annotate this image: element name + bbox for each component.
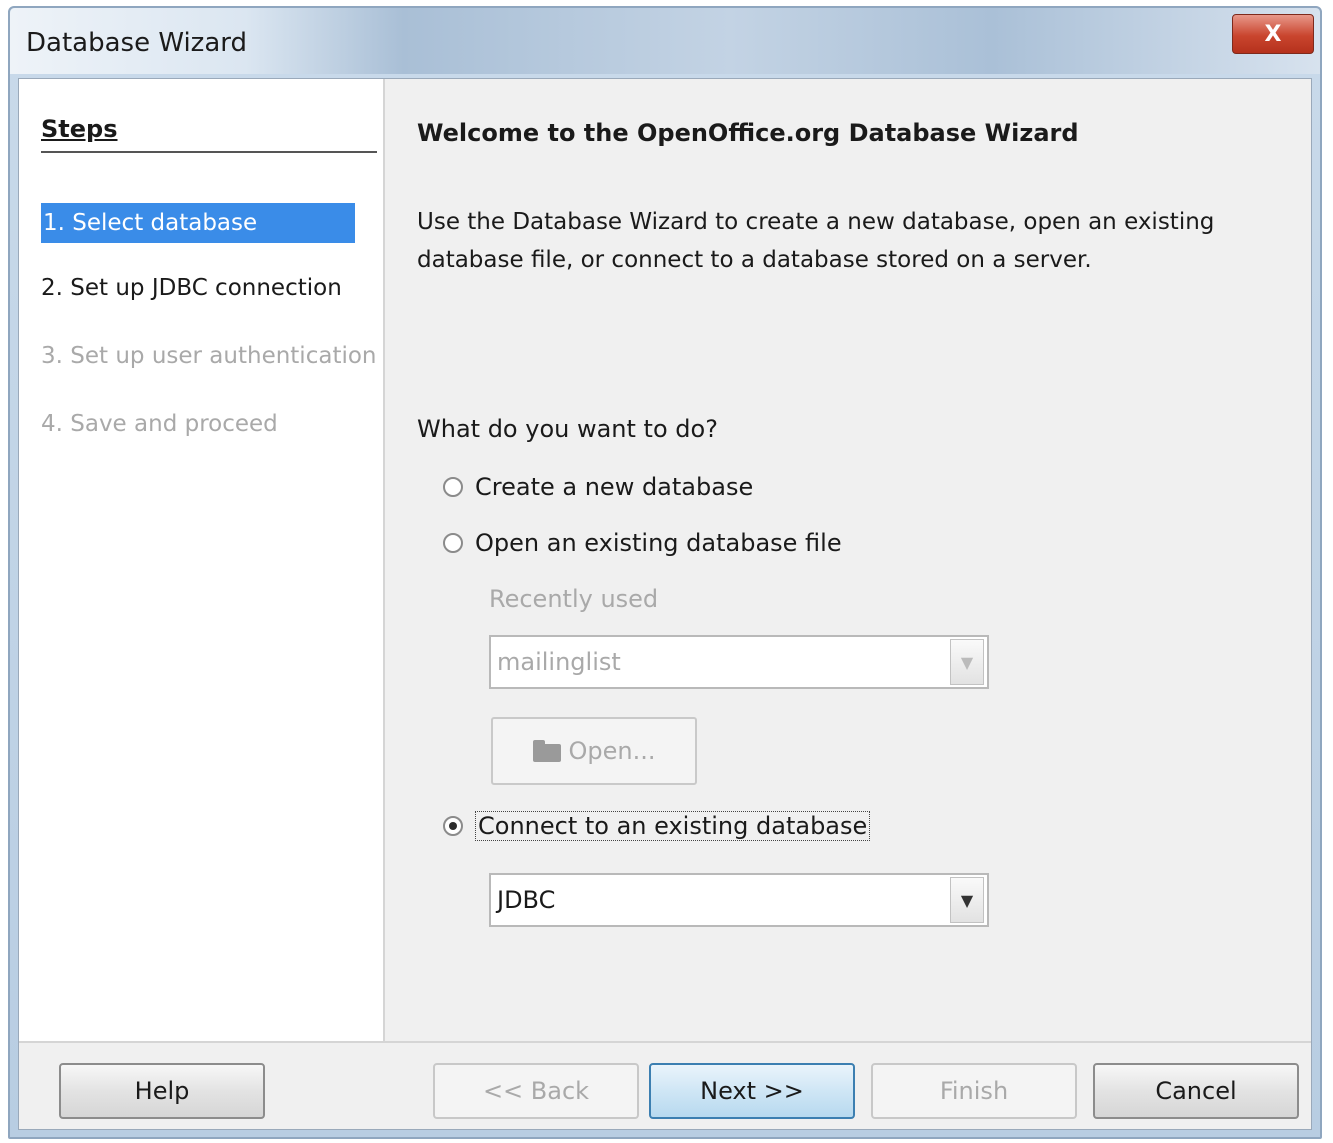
step-setup-user-authentication: 3. Set up user authentication: [41, 343, 377, 369]
steps-panel: Steps 1. Select database 2. Set up JDBC …: [19, 79, 385, 1041]
question-label: What do you want to do?: [417, 415, 718, 443]
radio-label-create-new: Create a new database: [475, 473, 754, 501]
radio-label-connect-existing: Connect to an existing database: [475, 811, 871, 841]
option-open-existing-file[interactable]: Open an existing database file: [443, 529, 842, 557]
radio-create-new[interactable]: [443, 477, 463, 497]
back-button: << Back: [433, 1063, 639, 1119]
connection-type-value: JDBC: [497, 886, 556, 914]
window-title: Database Wizard: [26, 28, 247, 58]
folder-icon: [532, 740, 561, 762]
option-connect-existing-database[interactable]: Connect to an existing database: [443, 811, 871, 841]
radio-label-open-existing: Open an existing database file: [475, 529, 842, 557]
step-select-database[interactable]: 1. Select database: [41, 203, 355, 243]
recently-used-select: mailinglist ▼: [489, 635, 989, 689]
radio-open-existing[interactable]: [443, 533, 463, 553]
page-description: Use the Database Wizard to create a new …: [417, 209, 1215, 273]
open-button-label: Open...: [568, 737, 656, 765]
wizard-body: Steps 1. Select database 2. Set up JDBC …: [18, 78, 1312, 1130]
connection-type-select[interactable]: JDBC ▼: [489, 873, 989, 927]
open-file-button: Open...: [491, 717, 697, 785]
page-title: Welcome to the OpenOffice.org Database W…: [417, 119, 1079, 147]
radio-connect-existing[interactable]: [443, 816, 463, 836]
option-create-new-database[interactable]: Create a new database: [443, 473, 753, 501]
title-bar: Database Wizard X: [10, 8, 1320, 74]
finish-button: Finish: [871, 1063, 1077, 1119]
help-button[interactable]: Help: [59, 1063, 265, 1119]
steps-title: Steps: [41, 115, 377, 153]
step-setup-jdbc-connection[interactable]: 2. Set up JDBC connection: [41, 275, 342, 301]
recently-used-label: Recently used: [489, 585, 659, 613]
button-bar-divider: [19, 1041, 1311, 1043]
close-button[interactable]: X: [1232, 14, 1314, 54]
chevron-down-icon: ▼: [950, 639, 984, 685]
cancel-button[interactable]: Cancel: [1093, 1063, 1299, 1119]
database-wizard-window: Database Wizard X Steps 1. Select databa…: [8, 6, 1322, 1139]
chevron-down-icon[interactable]: ▼: [950, 877, 984, 923]
next-button[interactable]: Next >>: [649, 1063, 855, 1119]
recently-used-value: mailinglist: [497, 648, 621, 676]
step-save-and-proceed: 4. Save and proceed: [41, 411, 278, 437]
close-icon: X: [1264, 21, 1282, 47]
